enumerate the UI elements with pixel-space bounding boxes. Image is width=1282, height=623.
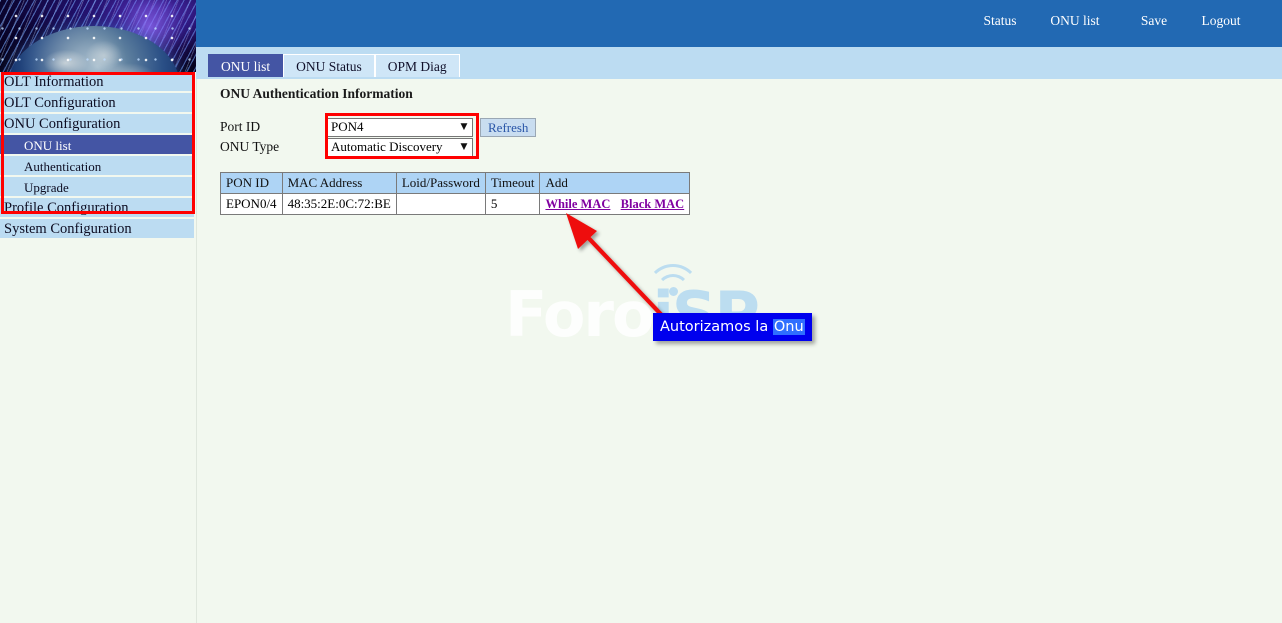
onu-type-value: Automatic Discovery bbox=[328, 139, 456, 155]
tab-strip: ONU list ONU Status OPM Diag bbox=[196, 47, 1282, 79]
onu-authentication-table: PON ID MAC Address Loid/Password Timeout… bbox=[220, 172, 690, 215]
port-id-label: Port ID bbox=[220, 119, 327, 135]
nav-link-status[interactable]: Status bbox=[968, 13, 1032, 29]
chevron-down-icon: ▼ bbox=[456, 143, 472, 152]
tab-onu-status[interactable]: ONU Status bbox=[283, 54, 375, 77]
column-header-timeout: Timeout bbox=[485, 173, 540, 194]
sidebar-item-olt-configuration[interactable]: OLT Configuration bbox=[0, 93, 194, 114]
onu-type-select[interactable]: Automatic Discovery ▼ bbox=[327, 138, 473, 157]
top-header-bar: Status ONU list Save Logout bbox=[196, 0, 1282, 47]
sidebar-item-upgrade[interactable]: Upgrade bbox=[0, 177, 194, 198]
table-row: EPON0/4 48:35:2E:0C:72:BE 5 While MAC Bl… bbox=[221, 194, 690, 215]
sidebar-item-onu-configuration[interactable]: ONU Configuration bbox=[0, 114, 194, 135]
sidebar-item-authentication[interactable]: Authentication bbox=[0, 156, 194, 177]
banner-light-specks bbox=[0, 0, 196, 72]
onu-type-label: ONU Type bbox=[220, 139, 327, 155]
tab-list: ONU list ONU Status OPM Diag bbox=[208, 54, 460, 77]
sidebar-menu: OLT Information OLT Configuration ONU Co… bbox=[0, 72, 194, 240]
sidebar-item-onu-list[interactable]: ONU list bbox=[0, 135, 194, 156]
nav-link-logout[interactable]: Logout bbox=[1190, 13, 1252, 29]
callout-text: Autorizamos la bbox=[660, 319, 773, 335]
cell-mac-address: 48:35:2E:0C:72:BE bbox=[282, 194, 396, 215]
chevron-down-icon: ▼ bbox=[456, 123, 472, 132]
main-content: ONU Authentication Information Port ID P… bbox=[196, 79, 1282, 623]
cell-loid-password bbox=[396, 194, 485, 215]
column-header-add: Add bbox=[540, 173, 690, 194]
annotation-callout: Autorizamos la Onu bbox=[653, 313, 812, 341]
header-nav: Status ONU list Save Logout bbox=[968, 13, 1252, 29]
link-while-mac[interactable]: While MAC bbox=[545, 197, 610, 211]
table-header-row: PON ID MAC Address Loid/Password Timeout… bbox=[221, 173, 690, 194]
cell-pon-id: EPON0/4 bbox=[221, 194, 283, 215]
tab-onu-list[interactable]: ONU list bbox=[208, 54, 283, 77]
column-header-pon-id: PON ID bbox=[221, 173, 283, 194]
nav-link-save[interactable]: Save bbox=[1118, 13, 1190, 29]
form-row-port-id: Port ID PON4 ▼ Refresh bbox=[220, 117, 536, 137]
nav-link-onu-list[interactable]: ONU list bbox=[1032, 13, 1118, 29]
column-header-loid-password: Loid/Password bbox=[396, 173, 485, 194]
port-id-value: PON4 bbox=[328, 119, 456, 135]
port-id-select[interactable]: PON4 ▼ bbox=[327, 118, 473, 137]
callout-text-highlight: Onu bbox=[773, 319, 805, 335]
sidebar-item-system-configuration[interactable]: System Configuration bbox=[0, 219, 194, 240]
column-header-mac-address: MAC Address bbox=[282, 173, 396, 194]
sidebar-item-olt-information[interactable]: OLT Information bbox=[0, 72, 194, 93]
cell-add-actions: While MAC Black MAC bbox=[540, 194, 690, 215]
tab-opm-diag[interactable]: OPM Diag bbox=[375, 54, 460, 77]
page-title: ONU Authentication Information bbox=[220, 86, 413, 102]
form-row-onu-type: ONU Type Automatic Discovery ▼ bbox=[220, 137, 536, 157]
refresh-button[interactable]: Refresh bbox=[480, 118, 536, 137]
onu-filter-form: Port ID PON4 ▼ Refresh ONU Type Automati… bbox=[220, 117, 536, 157]
link-black-mac[interactable]: Black MAC bbox=[621, 197, 685, 211]
banner-image bbox=[0, 0, 196, 72]
cell-timeout: 5 bbox=[485, 194, 540, 215]
sidebar-item-profile-configuration[interactable]: Profile Configuration bbox=[0, 198, 194, 219]
